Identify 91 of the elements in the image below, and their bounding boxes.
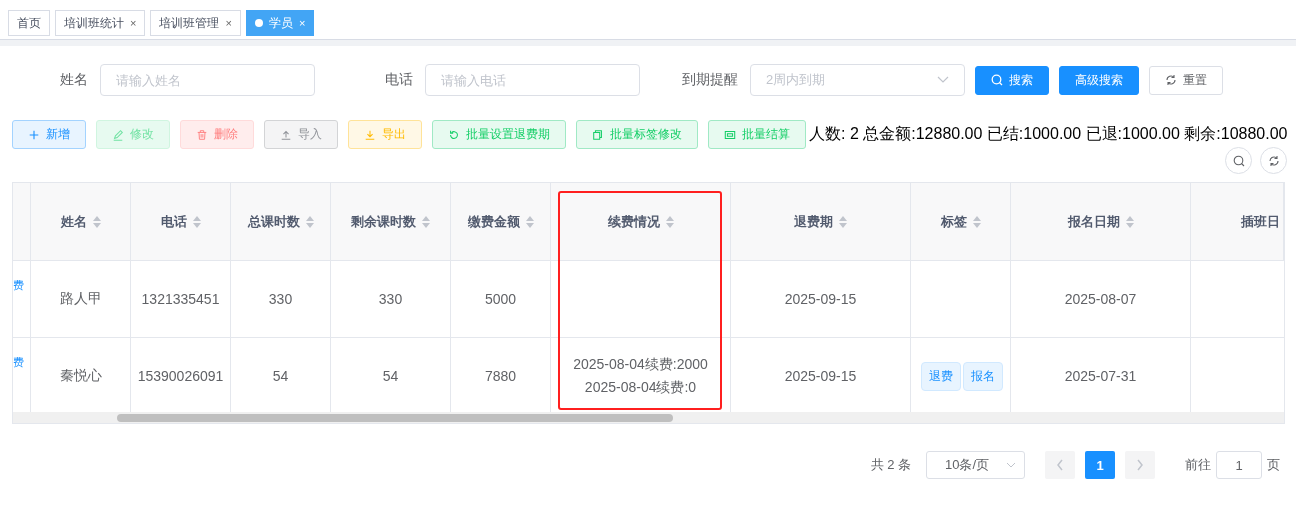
search-icon	[991, 74, 1003, 86]
toolbar-button[interactable]: 批量设置退费期	[432, 120, 566, 149]
select-field[interactable]: 2周内到期	[750, 64, 965, 96]
field-label: 姓名	[59, 71, 89, 89]
row-action-link[interactable]: 费	[13, 278, 24, 293]
table-cell: 路人甲	[59, 290, 102, 308]
tab[interactable]: 培训班管理 ×	[150, 10, 241, 36]
toolbar-button[interactable]: 导出	[348, 120, 422, 149]
column-header: 缴费金额	[467, 212, 520, 231]
search-icon	[1232, 154, 1245, 167]
column-header: 报名日期	[1067, 212, 1120, 231]
column-header: 剩余课时数	[351, 212, 416, 231]
sort-icon[interactable]	[839, 215, 847, 228]
sort-icon[interactable]	[525, 215, 534, 228]
chevron-right-icon	[1136, 459, 1144, 471]
advanced-search-button[interactable]: 高级搜索	[1059, 65, 1139, 95]
renewal-entry: 2025-08-04续费:0	[584, 378, 697, 397]
page-suffix: 页	[1267, 456, 1280, 474]
tab[interactable]: 学员 ×	[245, 10, 315, 36]
table-cell: 330	[378, 291, 403, 307]
row-action-link[interactable]: 费	[13, 355, 24, 370]
refresh-button[interactable]	[1260, 147, 1287, 174]
search-button[interactable]: 搜索	[975, 65, 1049, 95]
toolbar-button[interactable]: 新增	[12, 120, 86, 149]
input-field[interactable]: 请输入姓名	[100, 64, 315, 96]
download-icon	[364, 128, 376, 141]
table-cell: 秦悦心	[59, 367, 102, 385]
page-size-select[interactable]: 10条/页	[926, 451, 1025, 479]
reset-button[interactable]: 重置	[1149, 65, 1223, 95]
total-count: 共 2 条	[870, 456, 911, 474]
column-header: 插班日	[1241, 212, 1280, 231]
page-input[interactable]: 1	[1216, 451, 1262, 479]
toolbar-button[interactable]: 批量标签修改	[576, 120, 698, 149]
upload-icon	[280, 128, 292, 141]
sort-icon[interactable]	[1125, 215, 1134, 228]
sort-icon[interactable]	[665, 215, 674, 228]
chevron-down-icon	[1006, 462, 1016, 468]
page-button[interactable]: 1	[1085, 451, 1115, 479]
table-cell: 7880	[484, 368, 517, 384]
table-cell: 330	[268, 291, 293, 307]
horizontal-scrollbar[interactable]	[13, 412, 1284, 423]
field-label: 到期提醒	[681, 71, 739, 89]
sort-icon[interactable]	[192, 215, 201, 228]
tab[interactable]: 首页	[8, 10, 50, 36]
column-header: 退费期	[794, 212, 833, 231]
column-header: 续费情况	[607, 212, 660, 231]
toolbar-button[interactable]: 批量结算	[708, 120, 806, 149]
table-cell: 15390026091	[137, 368, 224, 384]
chevron-left-icon	[1056, 459, 1064, 471]
column-header: 电话	[160, 212, 187, 231]
plus-icon	[28, 128, 40, 141]
sort-icon[interactable]	[92, 215, 101, 228]
table-cell: 1321335451	[141, 291, 220, 307]
chevron-down-icon	[937, 76, 949, 84]
tab[interactable]: 培训班统计 ×	[55, 10, 146, 36]
sort-icon[interactable]	[422, 215, 430, 228]
table-cell: 54	[272, 368, 289, 384]
copy-icon	[592, 128, 604, 141]
search-button[interactable]	[1225, 147, 1252, 174]
field-label: 电话	[384, 71, 414, 89]
table-cell: 54	[382, 368, 399, 384]
table-cell: 2025-09-15	[784, 291, 857, 307]
tag: 退费	[921, 361, 961, 391]
renewal-entry: 2025-08-04续费:2000	[573, 355, 708, 374]
active-dot-icon	[254, 19, 263, 27]
close-icon[interactable]: ×	[130, 17, 137, 29]
table-cell: 2025-07-31	[1064, 368, 1137, 384]
tag: 报名	[963, 361, 1003, 391]
sort-icon[interactable]	[305, 215, 314, 228]
column-header: 标签	[940, 212, 967, 231]
goto-label: 前往	[1185, 456, 1211, 474]
trash-icon	[196, 128, 208, 141]
column-header: 姓名	[60, 212, 87, 231]
refresh-icon	[1267, 154, 1280, 167]
close-icon[interactable]: ×	[225, 17, 232, 29]
previous-page-button[interactable]	[1045, 451, 1075, 479]
column-header: 总课时数	[247, 212, 300, 231]
pencil-icon	[112, 128, 124, 141]
table-cell: 2025-09-15	[784, 368, 857, 384]
table-cell: 2025-08-07	[1064, 291, 1137, 307]
refresh-icon	[448, 128, 460, 141]
input-field[interactable]: 请输入电话	[425, 64, 640, 96]
summary-text: 人数: 2 总金额:12880.00 已结:1000.00 已退:1000.00 剩余:10880.00	[809, 124, 1288, 144]
refresh-icon	[1165, 74, 1177, 86]
close-icon[interactable]: ×	[298, 17, 306, 29]
sort-icon[interactable]	[972, 215, 981, 228]
toolbar-button[interactable]: 导入	[264, 120, 338, 149]
banknote-icon	[724, 128, 736, 141]
table-cell: 5000	[484, 291, 517, 307]
toolbar-button[interactable]: 删除	[180, 120, 254, 149]
next-page-button[interactable]	[1125, 451, 1155, 479]
